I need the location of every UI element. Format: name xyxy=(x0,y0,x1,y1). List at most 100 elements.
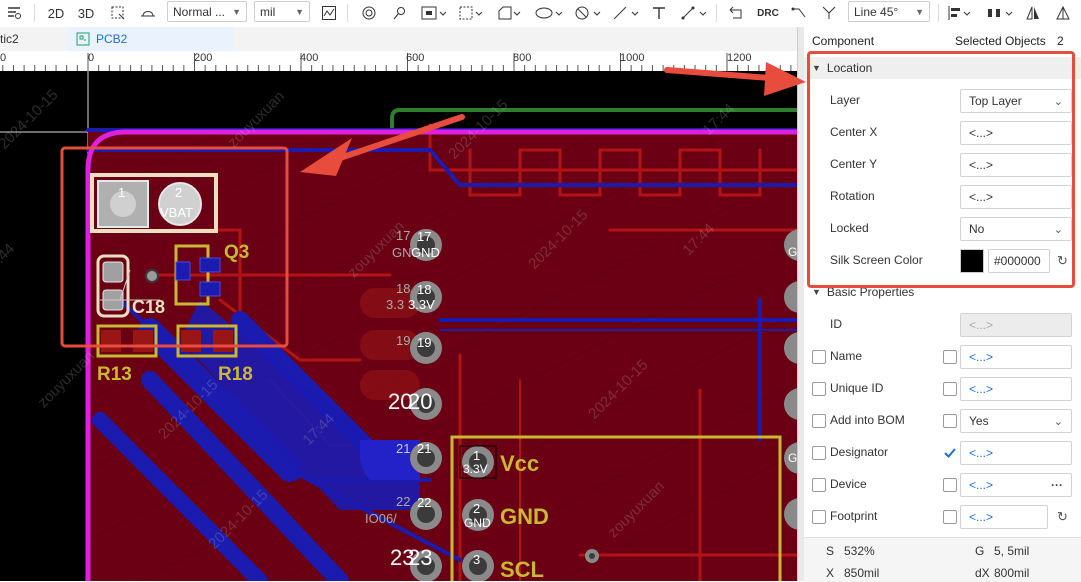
more-icon[interactable]: ··· xyxy=(1051,478,1063,492)
footprint-visible-checkbox[interactable] xyxy=(943,510,957,524)
pin-label: 17 xyxy=(396,228,411,243)
pin-label: GND xyxy=(411,245,440,260)
designator-row-checkbox[interactable] xyxy=(812,446,826,460)
view-mode-value: Normal ... xyxy=(173,4,226,19)
silk-color-input[interactable]: #000000 xyxy=(988,249,1050,273)
color-swatch[interactable] xyxy=(960,249,984,273)
pin-label: 21 xyxy=(396,441,411,456)
device-input[interactable]: <...> ··· xyxy=(960,473,1072,497)
unique-id-input[interactable]: <...> xyxy=(960,377,1072,401)
row-locked: Locked No ⌄ xyxy=(804,213,1081,245)
pin-label: 23 xyxy=(408,545,433,570)
unique-id-row-checkbox[interactable] xyxy=(812,382,826,396)
distribute-icon[interactable] xyxy=(984,2,1016,24)
pin-label: 19 xyxy=(417,335,432,350)
section-title: Basic Properties xyxy=(826,285,915,299)
chevron-down-icon: ⌄ xyxy=(1053,415,1063,428)
section-basic-header[interactable]: ▼ Basic Properties xyxy=(804,281,1081,303)
pin-label: 18 xyxy=(396,281,411,296)
rotation-input[interactable]: <...> xyxy=(960,185,1072,209)
unit-select[interactable]: mil ▼ xyxy=(254,1,310,22)
section-location-header[interactable]: ▼ Location xyxy=(804,57,1081,79)
layer-select[interactable]: Top Layer ⌄ xyxy=(960,89,1072,113)
unit-value: mil xyxy=(260,4,276,19)
bom-visible-checkbox[interactable] xyxy=(943,414,957,428)
pin-label: G xyxy=(788,451,798,465)
bom-select[interactable]: Yes ⌄ xyxy=(960,409,1072,433)
menu-icon[interactable] xyxy=(4,2,24,24)
no-entry-icon[interactable] xyxy=(572,2,604,24)
name-input[interactable]: <...> xyxy=(960,345,1072,369)
pin-label: 18 xyxy=(417,282,432,297)
refresh-icon[interactable]: ↻ xyxy=(1057,509,1068,525)
designator-input[interactable]: <...> xyxy=(960,441,1072,465)
diff-pair-icon[interactable] xyxy=(818,2,840,24)
zoom-fit-icon[interactable] xyxy=(108,2,128,24)
chart-icon[interactable] xyxy=(318,2,340,24)
pin-label: 22 xyxy=(417,495,432,510)
pin-label: 3.3 xyxy=(386,297,405,312)
footprint-input[interactable]: <...> xyxy=(960,505,1048,529)
pin-icon[interactable] xyxy=(388,2,410,24)
return-icon[interactable] xyxy=(724,2,748,24)
tab-schematic[interactable]: tic2 xyxy=(0,27,66,51)
row-label: Rotation xyxy=(830,189,875,203)
pin-label: IO06/ xyxy=(365,511,397,526)
mirror-icon[interactable] xyxy=(1022,2,1044,24)
polygon-icon[interactable] xyxy=(494,2,524,24)
drc-button[interactable]: DRC xyxy=(754,2,782,24)
scale-value: 532% xyxy=(844,544,875,558)
scale-label: S xyxy=(826,544,835,558)
device-visible-checkbox[interactable] xyxy=(943,478,957,492)
target-icon[interactable] xyxy=(358,2,380,24)
layer-icon[interactable] xyxy=(137,2,159,24)
dimension-icon[interactable] xyxy=(678,2,710,24)
pin-label: G xyxy=(788,245,798,259)
row-label: Silk Screen Color xyxy=(830,253,923,267)
name-visible-checkbox[interactable] xyxy=(943,350,957,364)
align-icon[interactable] xyxy=(944,2,974,24)
bom-row-checkbox[interactable] xyxy=(812,414,826,428)
pad-icon[interactable] xyxy=(456,2,486,24)
route-mode-value: Line 45° xyxy=(854,4,899,19)
view-3d-button[interactable]: 3D xyxy=(74,2,98,24)
reset-icon[interactable]: ↻ xyxy=(1057,253,1068,269)
pcb-canvas[interactable]: Q3 C18 R13 R18 1 2 VBAT 17 GN 17 GND 18 … xyxy=(0,71,801,581)
flip-icon[interactable] xyxy=(1052,2,1074,24)
unique-id-visible-checkbox[interactable] xyxy=(943,382,957,396)
row-center-y: Center Y <...> xyxy=(804,149,1081,181)
tab-pcb[interactable]: PCB2 xyxy=(68,27,234,51)
grid-value: 5, 5mil xyxy=(994,544,1030,558)
ellipse-icon[interactable] xyxy=(532,2,566,24)
center-y-input[interactable]: <...> xyxy=(960,153,1072,177)
select-rect-icon[interactable] xyxy=(418,2,448,24)
footprint-row-checkbox[interactable] xyxy=(812,510,826,524)
route-icon[interactable] xyxy=(788,2,810,24)
pin-label: 21 xyxy=(417,441,432,456)
designator-visible-checkbox[interactable] xyxy=(943,446,957,460)
chevron-down-icon: ⌄ xyxy=(1053,223,1063,236)
ruler-label: 400 xyxy=(300,52,319,64)
name-row-checkbox[interactable] xyxy=(812,350,826,364)
label-r13: R13 xyxy=(97,364,132,385)
ruler-label: 800 xyxy=(513,52,532,64)
header-pin-label: 2 xyxy=(473,501,481,516)
row-rotation: Rotation <...> xyxy=(804,181,1081,213)
row-device: Device <...> ··· xyxy=(804,469,1081,501)
locked-select[interactable]: No ⌄ xyxy=(960,217,1072,241)
line-icon[interactable] xyxy=(610,2,642,24)
chevron-down-icon: ⌄ xyxy=(1053,95,1063,108)
ruler-label: 200 xyxy=(194,52,213,64)
view-2d-button[interactable]: 2D xyxy=(44,2,68,24)
collapse-arrow-icon: ▼ xyxy=(812,287,821,297)
view-mode-select[interactable]: Normal ... ▼ xyxy=(167,1,247,22)
pin-label: GN xyxy=(392,245,412,260)
ruler-label: 0 xyxy=(0,52,7,64)
panel-splitter[interactable] xyxy=(797,27,804,581)
center-x-input[interactable]: <...> xyxy=(960,121,1072,145)
label-vbat: VBAT xyxy=(160,205,193,220)
route-mode-select[interactable]: Line 45° ▼ xyxy=(848,1,930,22)
text-icon[interactable] xyxy=(648,2,670,24)
selected-objects-count: 2 xyxy=(1057,34,1064,48)
device-row-checkbox[interactable] xyxy=(812,478,826,492)
